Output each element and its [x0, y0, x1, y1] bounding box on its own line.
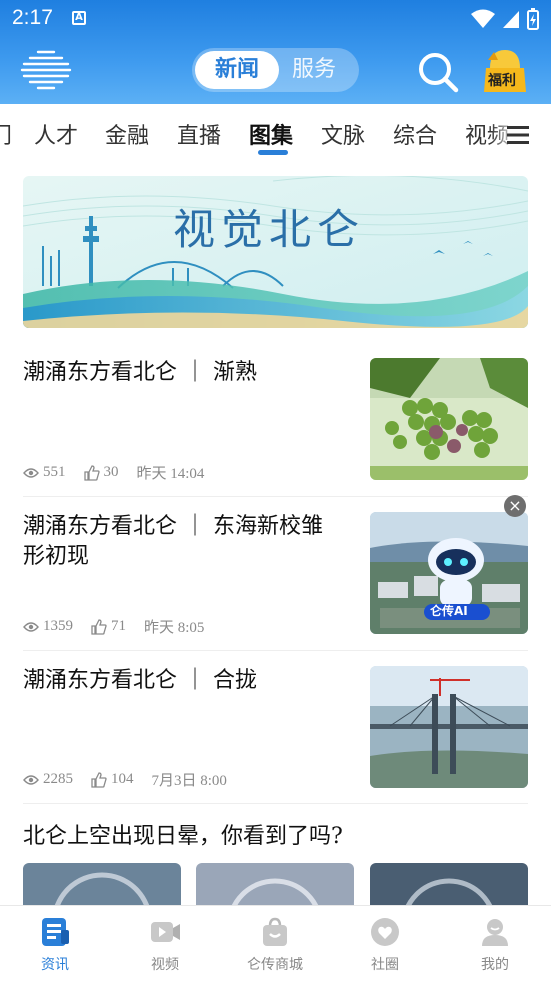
app-header: 2:17 A 新闻 服务 福利: [0, 0, 551, 104]
banner-visual-beilun[interactable]: 视觉北仑: [23, 176, 528, 328]
article-time: 昨天 14:04: [136, 466, 205, 482]
community-heart-icon: [371, 918, 399, 946]
tab-gallery[interactable]: 图集: [249, 118, 293, 150]
nav-label: 视频: [151, 957, 179, 973]
like-count: 71: [111, 618, 126, 634]
tab-live[interactable]: 直播: [177, 118, 221, 150]
signal-icon: [503, 11, 519, 28]
view-count: 1359: [43, 618, 73, 634]
nav-label: 我的: [481, 957, 509, 973]
status-icons: [471, 8, 539, 30]
app-logo: [20, 50, 72, 90]
shopping-bag-icon: [263, 917, 287, 946]
ai-badge-label: 仑传AI: [430, 604, 468, 618]
bottom-navigation: 资讯 视频 仑传商城 社圈 我的: [0, 905, 551, 981]
article-title: 潮涌东方看北仑 ｜ 合拢: [23, 668, 257, 693]
wifi-icon: [471, 9, 495, 28]
thumbs-up-icon: [91, 771, 107, 788]
article-thumbnail-grapes: [370, 358, 528, 480]
divider: [23, 650, 528, 651]
article-thumbnail-bridge: [370, 666, 528, 788]
nav-news[interactable]: 资讯: [0, 906, 110, 981]
eye-icon: [23, 774, 39, 785]
status-time: 2:17: [12, 6, 53, 29]
banner-title: 视觉北仑: [173, 205, 366, 254]
article-meta: 1359 71 昨天 8:05: [23, 616, 204, 637]
tab-talent[interactable]: 人才: [34, 118, 78, 150]
channel-tabs: 门 人才 金融 直播 图集 文脉 综合 视频: [0, 104, 551, 160]
article-time: 7月3日 8:00: [151, 773, 227, 789]
battery-icon: [527, 8, 539, 30]
gallery-article-title[interactable]: 北仑上空出现日晕，你看到了吗?: [23, 818, 343, 850]
view-count: 2285: [43, 771, 73, 787]
segment-service[interactable]: 服务: [272, 51, 356, 89]
video-icon: [151, 922, 180, 942]
close-icon[interactable]: ×: [504, 495, 526, 517]
divider: [23, 803, 528, 804]
article-meta: 551 30 昨天 14:04: [23, 462, 204, 483]
nav-community[interactable]: 社圈: [330, 906, 440, 981]
like-count: 30: [103, 464, 119, 480]
article-title: 潮涌东方看北仑 ｜ 渐熟: [23, 360, 257, 385]
news-icon: [42, 918, 69, 946]
welfare-label[interactable]: 福利: [488, 70, 516, 90]
eye-icon: [23, 621, 39, 632]
article-thumbnail-campus: 仑传AI: [370, 512, 528, 634]
profile-icon: [482, 919, 508, 946]
tab-culture[interactable]: 文脉: [321, 118, 365, 150]
status-bar: 2:17 A: [0, 0, 551, 38]
like-count: 104: [111, 771, 134, 787]
nav-profile[interactable]: 我的: [440, 906, 550, 981]
segment-news[interactable]: 新闻: [195, 51, 279, 89]
tab-finance[interactable]: 金融: [105, 118, 149, 150]
menu-icon[interactable]: [507, 126, 529, 144]
view-count: 551: [43, 464, 66, 480]
nav-label: 社圈: [371, 957, 399, 973]
eye-icon: [23, 467, 39, 478]
active-tab-indicator: [258, 150, 288, 155]
divider: [23, 496, 528, 497]
notification-icon: A: [72, 11, 86, 25]
news-service-toggle: 新闻 服务: [192, 48, 359, 92]
search-icon[interactable]: [416, 50, 460, 94]
article-card[interactable]: 潮涌东方看北仑 ｜ 渐熟 551 30 昨天 14:04: [23, 358, 528, 482]
nav-video[interactable]: 视频: [110, 906, 220, 981]
article-card[interactable]: 潮涌东方看北仑 ｜ 东海新校雏形初现 1359 71 昨天 8:05 仑传AI: [23, 512, 528, 636]
nav-mall[interactable]: 仑传商城: [220, 906, 330, 981]
nav-label: 资讯: [41, 957, 69, 973]
article-meta: 2285 104 7月3日 8:00: [23, 769, 227, 790]
article-time: 昨天 8:05: [144, 620, 205, 636]
tab-general[interactable]: 综合: [393, 118, 437, 150]
thumbs-up-icon: [91, 618, 107, 635]
thumbs-up-icon: [83, 464, 100, 481]
nav-label: 仑传商城: [247, 957, 303, 973]
tab-partial[interactable]: 门: [0, 118, 12, 150]
article-title: 潮涌东方看北仑 ｜ 东海新校雏形初现: [23, 514, 323, 569]
article-card[interactable]: 潮涌东方看北仑 ｜ 合拢 2285 104 7月3日 8:00: [23, 666, 528, 790]
